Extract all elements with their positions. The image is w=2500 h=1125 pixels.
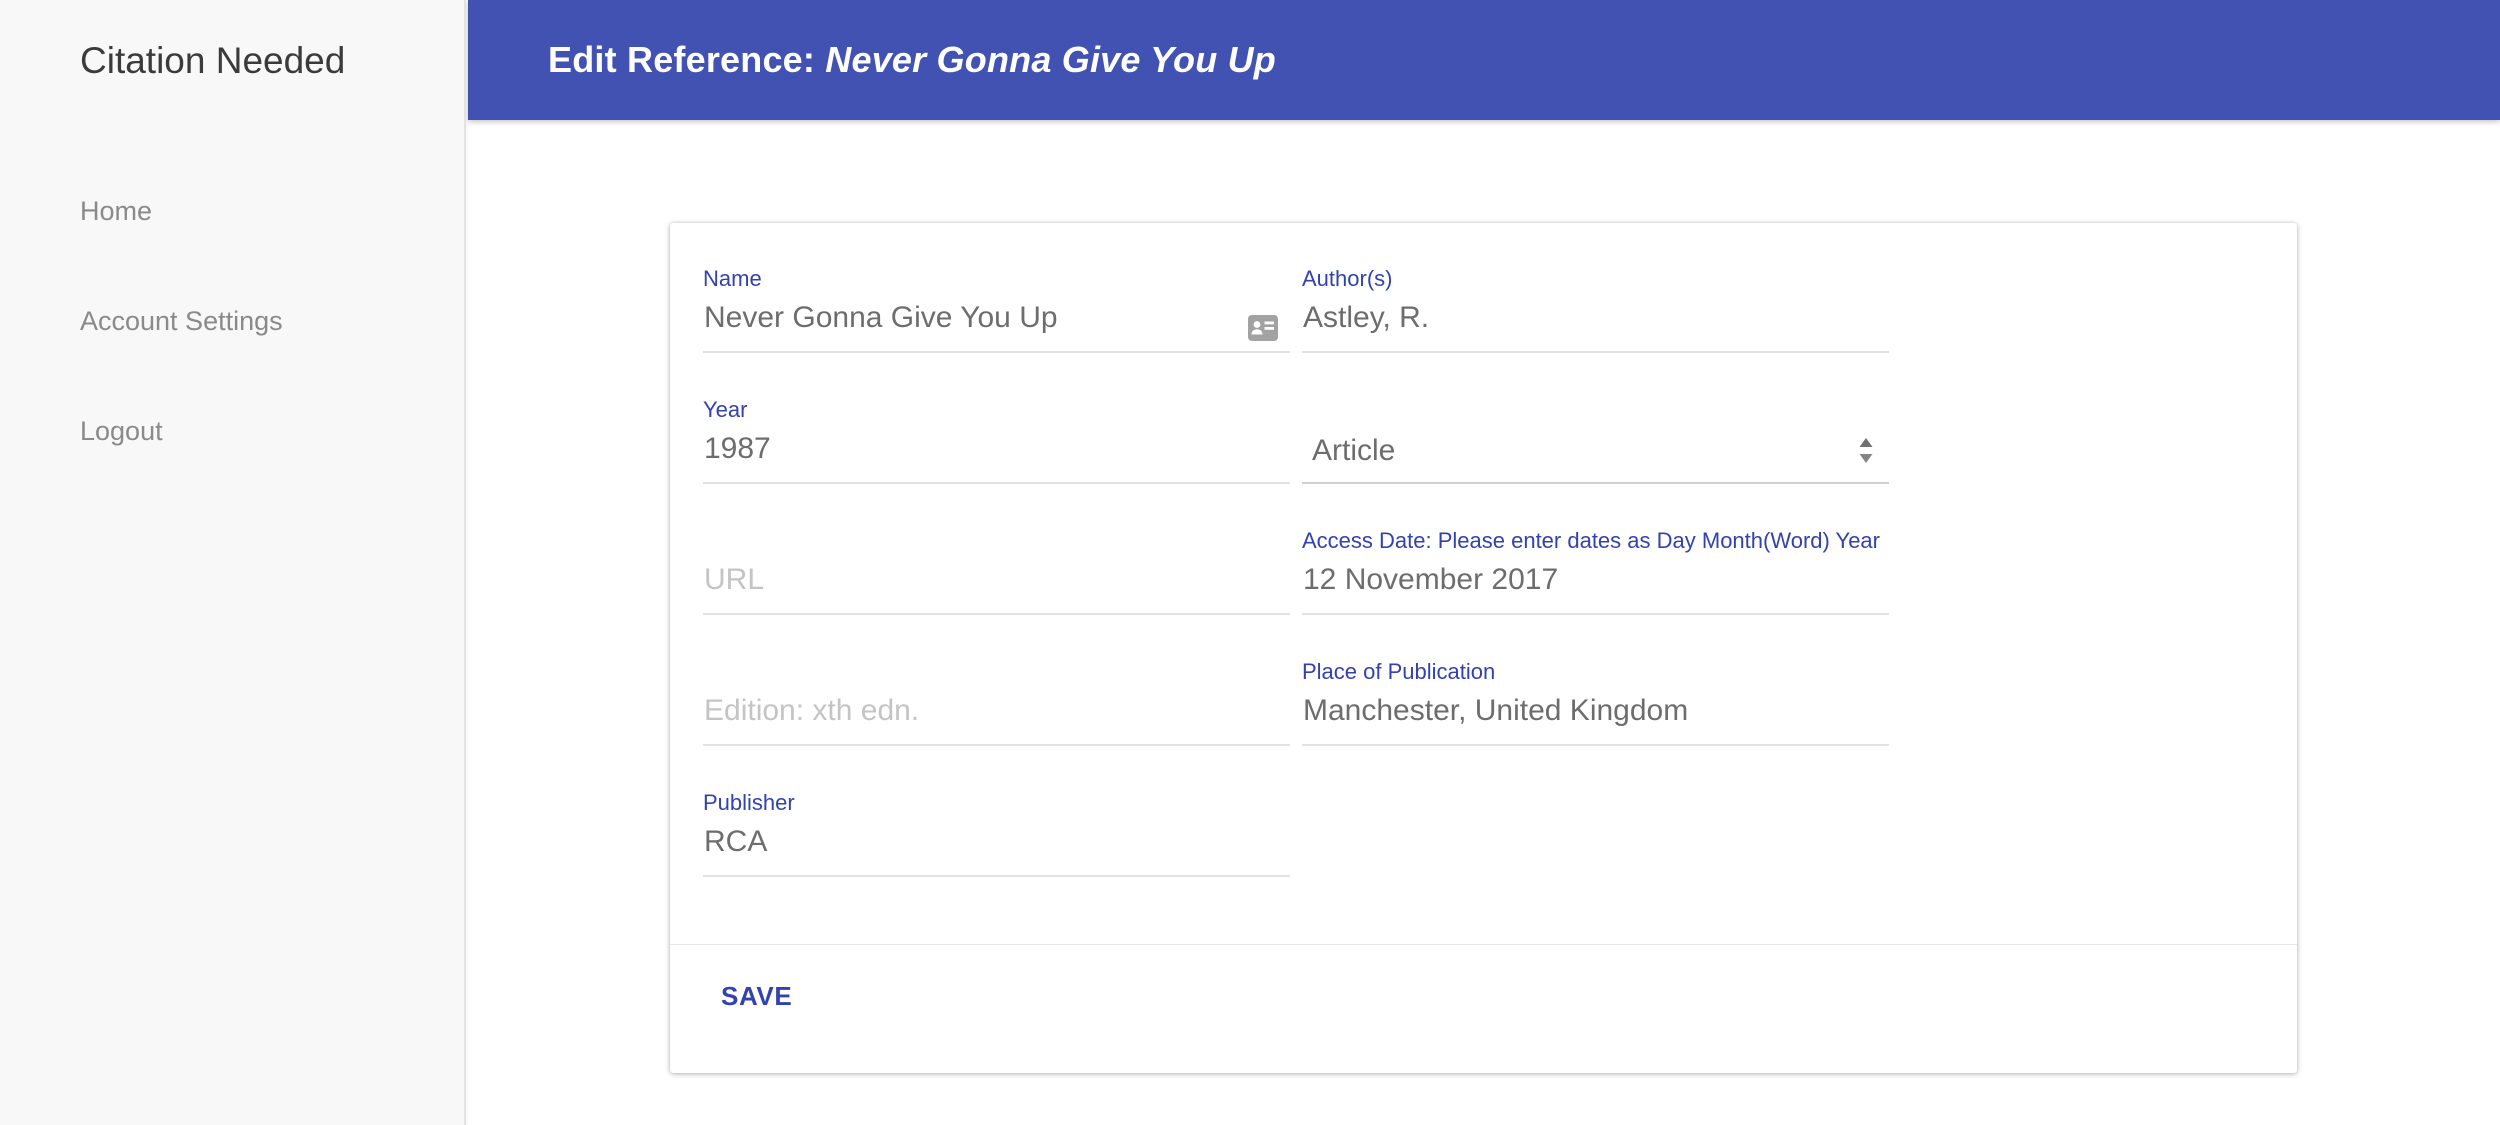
- field-place-of-publication: Place of Publication: [1302, 658, 1889, 746]
- contact-card-autofill-icon[interactable]: [1248, 315, 1278, 341]
- field-name: Name: [703, 265, 1290, 353]
- year-input[interactable]: [703, 423, 1290, 484]
- field-reference-type: Article: [1302, 396, 1889, 484]
- url-input[interactable]: [703, 554, 1290, 615]
- label-spacer: [703, 527, 1290, 554]
- reference-form-card: Name Author(s): [670, 223, 2297, 1073]
- publisher-input[interactable]: [703, 816, 1290, 877]
- sidebar-item-account-settings[interactable]: Account Settings: [0, 305, 464, 337]
- label-spacer: [703, 658, 1290, 685]
- save-button[interactable]: SAVE: [705, 971, 808, 1022]
- field-access-date: Access Date: Please enter dates as Day M…: [1302, 527, 1889, 615]
- header-bar: Edit Reference: Never Gonna Give You Up: [468, 0, 2500, 120]
- field-authors: Author(s): [1302, 265, 1889, 353]
- page-title-reference-name: Never Gonna Give You Up: [825, 39, 1276, 80]
- sidebar-item-home[interactable]: Home: [0, 195, 464, 227]
- place-of-publication-input[interactable]: [1302, 685, 1889, 746]
- sidebar: Citation Needed Home Account Settings Lo…: [0, 0, 466, 1125]
- sidebar-nav: Home Account Settings Logout: [0, 195, 464, 525]
- name-input[interactable]: [703, 292, 1290, 353]
- reference-type-select[interactable]: Article: [1302, 423, 1889, 484]
- field-edition: [703, 658, 1290, 746]
- page-title-prefix: Edit Reference:: [548, 39, 826, 80]
- app-brand-title: Citation Needed: [80, 40, 346, 81]
- reference-form: Name Author(s): [670, 223, 2297, 877]
- label-spacer: [1302, 396, 1889, 423]
- edition-input[interactable]: [703, 685, 1290, 746]
- page-title: Edit Reference: Never Gonna Give You Up: [548, 39, 1276, 81]
- access-date-label: Access Date: Please enter dates as Day M…: [1302, 528, 1880, 553]
- sidebar-item-logout[interactable]: Logout: [0, 415, 464, 447]
- field-publisher: Publisher: [703, 789, 1290, 877]
- authors-input[interactable]: [1302, 292, 1889, 353]
- place-of-publication-label: Place of Publication: [1302, 659, 1496, 684]
- card-footer: SAVE: [670, 944, 2297, 1073]
- publisher-label: Publisher: [703, 790, 795, 815]
- year-label: Year: [703, 397, 748, 422]
- name-label: Name: [703, 266, 762, 291]
- field-year: Year: [703, 396, 1290, 484]
- field-url: [703, 527, 1290, 615]
- access-date-input[interactable]: [1302, 554, 1889, 615]
- authors-label: Author(s): [1302, 266, 1393, 291]
